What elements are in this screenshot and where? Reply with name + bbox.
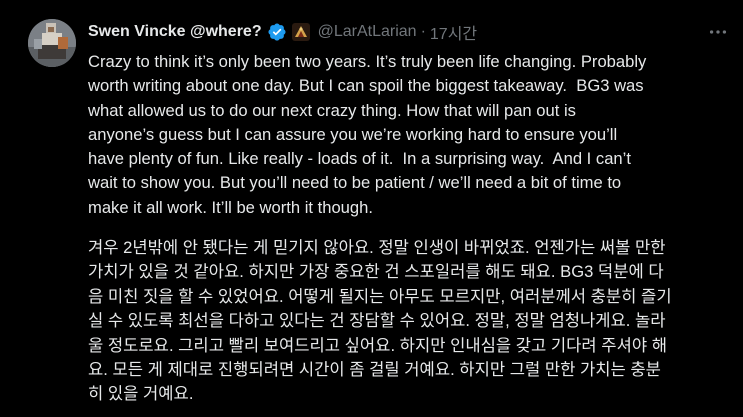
larian-affiliate-badge-icon[interactable] <box>291 23 310 41</box>
tweet-text-english: Crazy to think it’s only been two years.… <box>88 52 647 217</box>
tweet-header: Swen Vincke @where? @LarAtLarian · 17시간 <box>88 19 477 45</box>
more-options-icon[interactable] <box>706 20 730 44</box>
tweet: Swen Vincke @where? @LarAtLarian · 17시간 … <box>0 0 743 417</box>
separator-dot: · <box>420 23 426 40</box>
verified-checkmark-icon <box>267 22 287 42</box>
avatar[interactable] <box>28 19 76 67</box>
tweet-text-korean-translation: 겨우 2년밖에 안 됐다는 게 믿기지 않아요. 정말 인생이 바뀌었죠. 언젠… <box>88 238 672 404</box>
timestamp[interactable]: 17시간 <box>430 20 477 44</box>
avatar-image-icon <box>28 19 76 67</box>
display-name[interactable]: Swen Vincke @where? <box>88 23 262 41</box>
user-handle[interactable]: @LarAtLarian <box>318 23 417 41</box>
